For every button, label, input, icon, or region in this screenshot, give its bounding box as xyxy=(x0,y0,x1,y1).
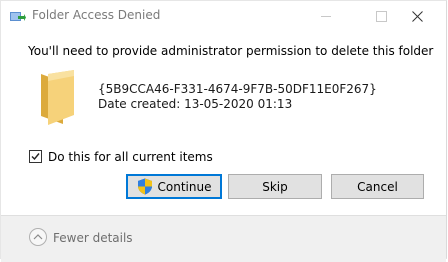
cancel-button[interactable]: Cancel xyxy=(331,174,424,199)
apply-all-label[interactable]: Do this for all current items xyxy=(48,150,213,164)
continue-button[interactable]: Continue xyxy=(126,174,222,199)
chevron-up-icon[interactable] xyxy=(29,228,47,246)
maximize-button[interactable] xyxy=(349,1,395,32)
maximize-icon xyxy=(376,11,387,22)
minimize-icon xyxy=(321,16,331,17)
fewer-details-link[interactable]: Fewer details xyxy=(53,231,133,245)
dialog-window: Folder Access Denied You'll need to prov… xyxy=(0,0,447,262)
folder-icon xyxy=(39,70,77,129)
skip-button[interactable]: Skip xyxy=(228,174,322,199)
close-button[interactable] xyxy=(395,1,447,32)
cancel-label: Cancel xyxy=(357,179,398,194)
uac-shield-icon xyxy=(137,178,153,195)
window-title: Folder Access Denied xyxy=(32,8,161,22)
folder-move-icon xyxy=(10,9,26,25)
skip-label: Skip xyxy=(262,179,288,194)
close-icon xyxy=(412,11,423,22)
checkmark-icon xyxy=(31,153,40,161)
date-created: Date created: 13-05-2020 01:13 xyxy=(98,97,293,111)
continue-label: Continue xyxy=(157,179,212,194)
details-footer: Fewer details xyxy=(1,215,446,262)
folder-name: {5B9CCA46-F331-4674-9F7B-50DF11E0F267} xyxy=(98,82,377,96)
title-bar[interactable]: Folder Access Denied xyxy=(1,1,446,32)
apply-all-checkbox[interactable] xyxy=(29,150,42,163)
minimize-button[interactable] xyxy=(303,1,349,32)
dialog-message: You'll need to provide administrator per… xyxy=(28,44,434,58)
